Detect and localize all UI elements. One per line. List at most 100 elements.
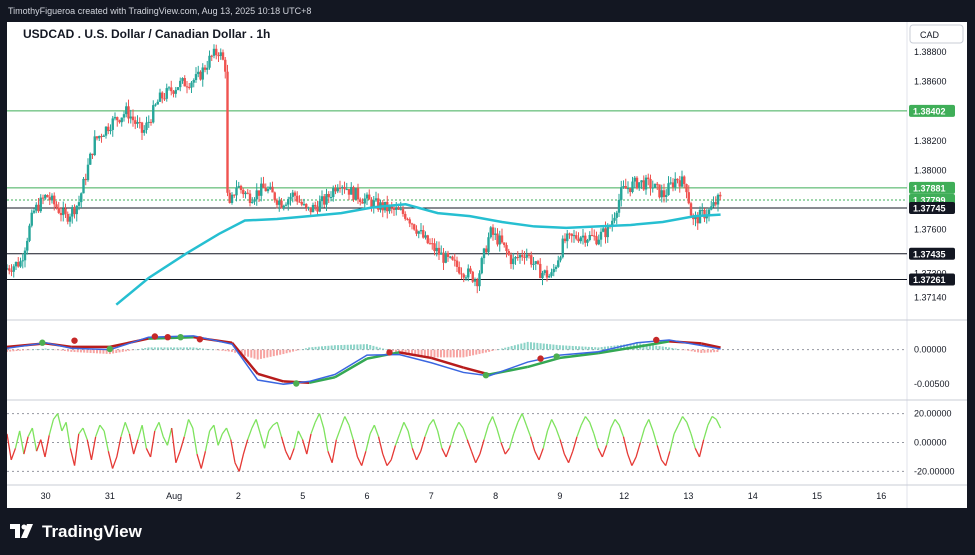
candle-body — [597, 239, 600, 245]
macd-histogram-bar — [591, 347, 593, 350]
candle-body — [21, 260, 24, 262]
price-badge-label: 1.37881 — [913, 183, 946, 193]
candle-body — [512, 258, 515, 265]
candle-body — [188, 86, 191, 88]
candle-body — [676, 178, 679, 181]
macd-cross-marker — [177, 334, 184, 341]
candle-body — [674, 178, 677, 188]
macd-histogram-bar — [681, 349, 683, 351]
macd-histogram-bar — [523, 342, 526, 350]
macd-histogram-bar — [510, 346, 513, 350]
brand[interactable]: TradingView — [10, 522, 142, 542]
chart-area[interactable]: USDCAD . U.S. Dollar / Canadian Dollar .… — [5, 22, 967, 508]
candle-body — [647, 177, 650, 180]
macd-histogram-bar — [709, 349, 712, 353]
candle-body — [363, 198, 366, 204]
candle-body — [48, 197, 51, 201]
osc-segment — [483, 424, 489, 440]
candle-body — [532, 263, 535, 265]
tradingview-logo-icon — [10, 524, 33, 538]
candle-body — [509, 254, 513, 265]
candle-body — [140, 122, 144, 133]
candle-body — [550, 272, 553, 276]
candle-body — [113, 117, 117, 119]
osc-segment — [399, 422, 405, 435]
osc-segment — [331, 439, 337, 463]
osc-segment — [394, 433, 401, 446]
osc-segment — [111, 456, 118, 469]
currency-label-box[interactable]: CAD — [909, 24, 964, 44]
candle-body — [55, 204, 58, 208]
candle-body — [134, 120, 137, 124]
candle-body — [586, 239, 589, 243]
price-ticks: 1.388001.386001.382001.380001.376001.373… — [914, 47, 947, 302]
candle-body — [455, 260, 459, 267]
candle-body — [206, 67, 209, 70]
osc-segment — [103, 430, 109, 452]
macd-histogram-bar — [182, 347, 185, 350]
candle-body — [478, 273, 481, 287]
candle-body — [482, 248, 486, 259]
time-axis-label: 5 — [300, 491, 305, 501]
candle-body — [415, 229, 418, 234]
candle-body — [305, 203, 308, 208]
osc-segment — [610, 419, 616, 429]
candle-body — [158, 92, 162, 102]
macd-histogram-bar — [321, 346, 323, 350]
osc-segment — [555, 427, 561, 440]
candle-body — [424, 235, 427, 238]
macd-histogram-bar — [279, 349, 282, 355]
candle-body — [521, 255, 524, 257]
osc-segment — [14, 430, 21, 449]
candle-body — [136, 122, 139, 124]
candle-body — [662, 190, 666, 197]
osc-tick-label: 0.00000 — [914, 438, 947, 448]
candle-body — [93, 136, 96, 156]
macd-histogram-bar — [218, 349, 221, 351]
macd-histogram-bar — [574, 346, 577, 350]
osc-segment — [289, 448, 295, 461]
osc-segment — [449, 430, 456, 446]
macd-histogram-bar — [346, 344, 349, 350]
candle-body — [208, 55, 211, 68]
candle-body — [129, 116, 132, 119]
macd-histogram-bar — [73, 349, 76, 353]
osc-segment — [149, 430, 156, 458]
osc-segment — [656, 445, 663, 461]
candle-body — [77, 202, 81, 206]
macd-histogram-bar — [38, 349, 41, 350]
candle-body — [316, 206, 319, 212]
candle-body — [176, 87, 180, 90]
macd-cross-marker — [293, 380, 300, 387]
macd-histogram-bar — [462, 349, 465, 358]
macd-histogram-bar — [594, 347, 597, 350]
osc-segment — [491, 416, 498, 429]
candle-body — [671, 182, 675, 188]
chart-svg[interactable]: USDCAD . U.S. Dollar / Canadian Dollar .… — [5, 22, 967, 508]
price-tick-label: 1.38800 — [914, 47, 947, 57]
macd-histogram-bar — [192, 347, 195, 350]
candle-body — [172, 91, 175, 94]
price-badge-label: 1.37745 — [913, 203, 946, 213]
osc-segment — [238, 453, 245, 472]
osc-segment — [382, 453, 388, 466]
candle-body — [635, 177, 639, 189]
candle-body — [471, 271, 474, 282]
price-badges: 1.384021.378811.377991.377451.374351.372… — [909, 104, 955, 286]
macd-histogram-bar — [179, 347, 182, 350]
osc-segment — [234, 462, 240, 472]
candle-body — [341, 186, 344, 189]
osc-segment — [200, 451, 207, 469]
macd-histogram-bar — [60, 349, 63, 351]
candle-body — [356, 187, 360, 200]
macd-histogram-bar — [54, 349, 57, 351]
candle-body — [253, 199, 256, 202]
candle-body — [554, 266, 558, 269]
candle-body — [525, 254, 528, 258]
osc-segment — [411, 448, 418, 461]
macd-histogram-bar — [18, 349, 21, 351]
candle-body — [446, 252, 450, 257]
candle-body — [167, 87, 171, 89]
candle-body — [417, 231, 420, 234]
osc-segment — [162, 436, 169, 446]
